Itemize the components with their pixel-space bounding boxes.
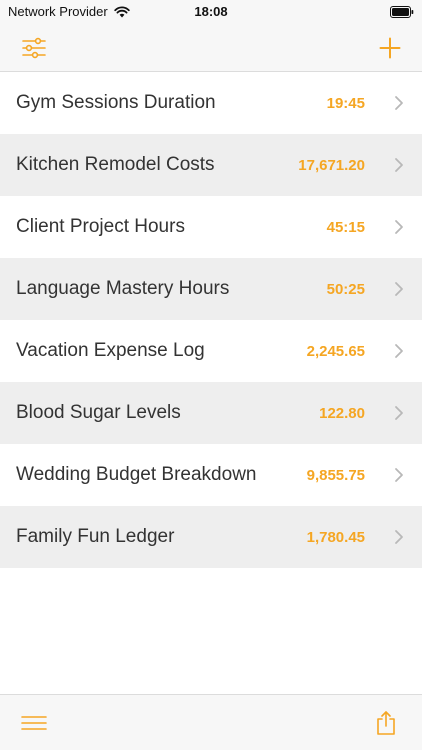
status-time: 18:08	[194, 4, 228, 19]
menu-button[interactable]	[20, 709, 48, 737]
chevron-right-icon	[395, 530, 403, 544]
chevron-right-icon	[395, 406, 403, 420]
list-item-value: 1,780.45	[306, 528, 365, 546]
share-button[interactable]	[372, 709, 400, 737]
list-item-title: Client Project Hours	[16, 216, 185, 237]
list-item[interactable]: Client Project Hours 45:15	[0, 196, 422, 258]
list-item[interactable]: Vacation Expense Log 2,245.65	[0, 320, 422, 382]
list-item-value: 19:45	[326, 94, 365, 112]
list-item-title: Language Mastery Hours	[16, 278, 230, 299]
list-item[interactable]: Family Fun Ledger 1,780.45	[0, 506, 422, 568]
list-item-title: Vacation Expense Log	[16, 340, 205, 361]
list-item-value: 9,855.75	[306, 466, 365, 484]
share-icon	[377, 711, 395, 735]
list-item-value: 45:15	[326, 218, 365, 236]
menu-icon	[21, 716, 47, 730]
list-item[interactable]: Wedding Budget Breakdown 9,855.75	[0, 444, 422, 506]
ledger-list: Gym Sessions Duration 19:45 Kitchen Remo…	[0, 72, 422, 568]
chevron-right-icon	[395, 282, 403, 296]
battery-icon	[390, 6, 414, 18]
list-item-value: 17,671.20	[298, 156, 365, 174]
chevron-right-icon	[395, 220, 403, 234]
list-item-value: 2,245.65	[306, 342, 365, 360]
list-item[interactable]: Gym Sessions Duration 19:45	[0, 72, 422, 134]
chevron-right-icon	[395, 344, 403, 358]
list-item-title: Gym Sessions Duration	[16, 92, 216, 113]
list-item-title: Blood Sugar Levels	[16, 402, 181, 423]
list-item[interactable]: Blood Sugar Levels 122.80	[0, 382, 422, 444]
chevron-right-icon	[395, 96, 403, 110]
chevron-right-icon	[395, 468, 403, 482]
status-bar: Network Provider 18:08	[0, 0, 422, 24]
sliders-filter-icon	[22, 37, 46, 59]
chevron-right-icon	[395, 158, 403, 172]
navigation-bar	[0, 24, 422, 72]
list-item-title: Wedding Budget Breakdown	[16, 464, 257, 485]
plus-icon	[379, 37, 401, 59]
list-item-value: 50:25	[326, 280, 365, 298]
filter-settings-button[interactable]	[20, 34, 48, 62]
list-item-value: 122.80	[319, 404, 365, 422]
bottom-toolbar	[0, 694, 422, 750]
list-item-title: Family Fun Ledger	[16, 526, 175, 547]
list-item[interactable]: Kitchen Remodel Costs 17,671.20	[0, 134, 422, 196]
add-item-button[interactable]	[376, 34, 404, 62]
list-item[interactable]: Language Mastery Hours 50:25	[0, 258, 422, 320]
list-item-title: Kitchen Remodel Costs	[16, 154, 215, 175]
